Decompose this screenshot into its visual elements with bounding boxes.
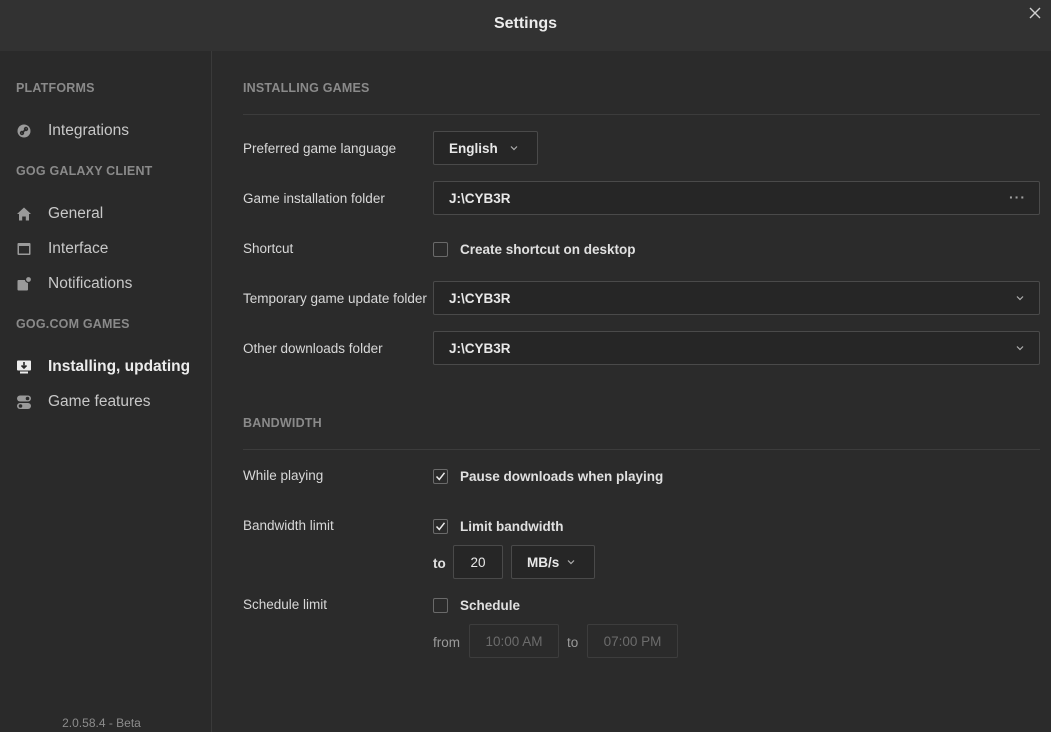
language-value: English xyxy=(449,140,498,156)
limit-bandwidth-checkbox[interactable] xyxy=(433,518,448,534)
title-bar: Settings xyxy=(0,0,1051,51)
language-dropdown[interactable]: English xyxy=(433,131,538,165)
other-folder-dropdown[interactable]: J:\CYB3R xyxy=(433,331,1040,365)
schedule-from-input[interactable]: 10:00 AM xyxy=(469,624,559,658)
window-icon xyxy=(16,241,32,257)
limit-bandwidth-row[interactable]: Limit bandwidth xyxy=(433,517,564,535)
sidebar-item-interface[interactable]: Interface xyxy=(16,237,108,261)
pause-downloads-label: Pause downloads when playing xyxy=(460,468,664,484)
schedule-checkbox[interactable] xyxy=(433,597,448,613)
install-folder-field[interactable]: J:\CYB3R ··· xyxy=(433,181,1040,215)
sidebar-item-installing[interactable]: Installing, updating xyxy=(16,355,190,379)
chevron-down-icon xyxy=(1016,346,1024,351)
schedule-row[interactable]: Schedule xyxy=(433,596,520,614)
sidebar-item-label: Interface xyxy=(48,240,109,257)
settings-panel: INSTALLING GAMES Preferred game language… xyxy=(213,51,1051,732)
chevron-down-icon xyxy=(567,560,575,565)
bandwidth-section-title: BANDWIDTH xyxy=(243,416,322,430)
home-icon xyxy=(16,206,32,222)
shortcut-checkbox-row[interactable]: Create shortcut on desktop xyxy=(433,240,636,258)
temp-folder-dropdown[interactable]: J:\CYB3R xyxy=(433,281,1040,315)
sidebar-item-label: Notifications xyxy=(48,275,133,292)
sidebar-item-integrations[interactable]: Integrations xyxy=(16,119,129,143)
from-label: from xyxy=(433,635,460,650)
unit-dropdown[interactable]: MB/s xyxy=(511,545,595,579)
download-icon xyxy=(16,359,32,375)
section-platforms: PLATFORMS xyxy=(16,81,95,95)
sidebar-item-label: General xyxy=(48,205,104,222)
check-icon xyxy=(435,471,446,481)
close-icon[interactable] xyxy=(1027,5,1043,21)
sidebar-item-notifications[interactable]: Notifications xyxy=(16,272,132,296)
pause-downloads-row[interactable]: Pause downloads when playing xyxy=(433,467,663,485)
temp-folder-label: Temporary game update folder xyxy=(243,291,427,306)
schedule-limit-label: Schedule limit xyxy=(243,597,328,612)
shortcut-label: Shortcut xyxy=(243,241,294,256)
schedule-checkbox-label: Schedule xyxy=(460,597,521,613)
limit-bandwidth-label: Limit bandwidth xyxy=(460,518,564,534)
sidebar: PLATFORMS Integrations GOG GALAXY CLIENT… xyxy=(0,51,212,732)
schedule-to-label: to xyxy=(567,635,579,650)
unit-value: MB/s xyxy=(527,554,560,570)
bandwidth-limit-label: Bandwidth limit xyxy=(243,518,334,533)
check-icon xyxy=(435,521,446,531)
sidebar-item-features[interactable]: Game features xyxy=(16,390,151,414)
language-label: Preferred game language xyxy=(243,141,397,156)
version-label: 2.0.58.4 - Beta xyxy=(62,716,141,730)
divider xyxy=(243,114,1040,115)
to-label: to xyxy=(433,556,446,571)
other-folder-value: J:\CYB3R xyxy=(449,340,511,356)
shortcut-checkbox[interactable] xyxy=(433,241,448,257)
bell-icon xyxy=(16,276,32,292)
window-title: Settings xyxy=(493,15,558,32)
chevron-down-icon xyxy=(1016,296,1024,301)
pause-downloads-checkbox[interactable] xyxy=(433,468,448,484)
section-client: GOG GALAXY CLIENT xyxy=(16,164,153,178)
install-folder-value: J:\CYB3R xyxy=(449,190,511,206)
sidebar-item-label: Integrations xyxy=(48,122,129,139)
bandwidth-value-input[interactable]: 20 xyxy=(453,545,503,579)
toggle-icon xyxy=(16,394,32,410)
schedule-to-input[interactable]: 07:00 PM xyxy=(587,624,678,658)
chevron-down-icon xyxy=(510,146,518,151)
other-folder-label: Other downloads folder xyxy=(243,341,383,356)
while-playing-label: While playing xyxy=(243,468,324,483)
more-icon[interactable]: ··· xyxy=(1009,189,1026,205)
sidebar-item-label: Installing, updating xyxy=(48,358,191,375)
sidebar-item-label: Game features xyxy=(48,393,151,410)
installing-section-title: INSTALLING GAMES xyxy=(243,81,370,95)
install-folder-label: Game installation folder xyxy=(243,191,385,206)
sidebar-item-general[interactable]: General xyxy=(16,202,103,226)
divider xyxy=(243,449,1040,450)
temp-folder-value: J:\CYB3R xyxy=(449,290,511,306)
shortcut-checkbox-label: Create shortcut on desktop xyxy=(460,241,636,257)
link-icon xyxy=(16,123,32,139)
section-games: GOG.COM GAMES xyxy=(16,317,130,331)
